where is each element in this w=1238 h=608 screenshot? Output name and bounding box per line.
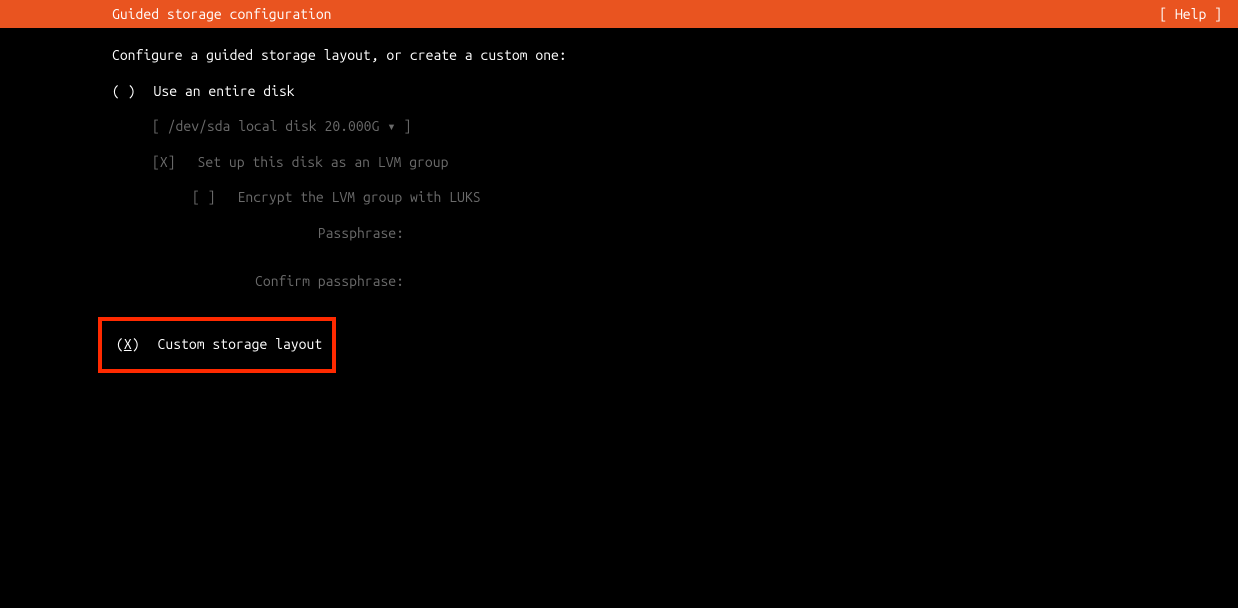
lvm-label: Set up this disk as an LVM group <box>198 153 449 173</box>
help-button[interactable]: [ Help ] <box>1159 6 1222 22</box>
lvm-checkbox-row[interactable]: [X] Set up this disk as an LVM group <box>152 153 448 173</box>
page-title: Guided storage configuration <box>112 6 332 22</box>
checkbox-unchecked-icon: [ ] <box>192 188 216 208</box>
option-entire-disk-label: Use an entire disk <box>154 82 295 102</box>
confirm-passphrase-label: Confirm passphrase: <box>224 272 404 292</box>
radio-unselected-icon: ( ) <box>112 82 136 102</box>
option-use-entire-disk[interactable]: ( ) Use an entire disk <box>112 82 1238 102</box>
encrypt-checkbox-row[interactable]: [ ] Encrypt the LVM group with LUKS <box>192 188 481 208</box>
radio-selected-icon: (X) <box>116 335 140 355</box>
encrypt-label: Encrypt the LVM group with LUKS <box>238 188 481 208</box>
option-custom-label: Custom storage layout <box>158 335 323 355</box>
option-custom-storage[interactable]: (X) Custom storage layout <box>102 335 322 355</box>
checkbox-checked-icon: [X] <box>152 153 176 173</box>
highlight-annotation: (X) Custom storage layout <box>98 317 336 373</box>
disk-dropdown[interactable]: [ /dev/sda local disk 20.000G ▾ ] <box>152 117 411 137</box>
intro-text: Configure a guided storage layout, or cr… <box>112 46 1238 66</box>
passphrase-label: Passphrase: <box>224 224 404 244</box>
